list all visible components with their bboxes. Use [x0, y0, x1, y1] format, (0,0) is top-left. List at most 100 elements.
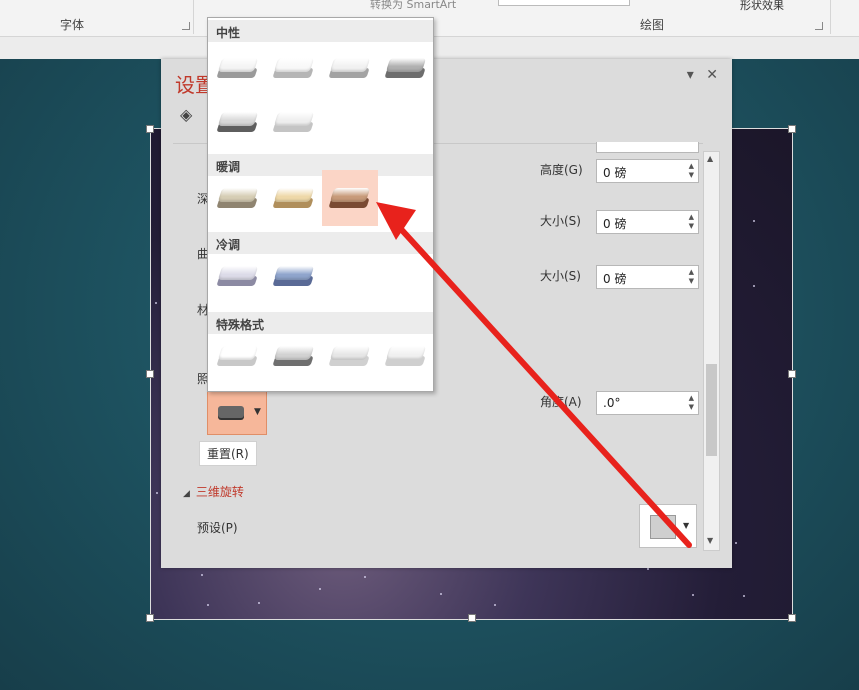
swatch-face: [217, 112, 259, 126]
stepper-up-icon[interactable]: ▲: [689, 269, 694, 276]
gallery-section-label: 冷调: [216, 238, 241, 252]
height-value: 0 磅: [603, 166, 627, 180]
scroll-up-icon[interactable]: ▲: [707, 154, 713, 163]
star-speck: [692, 594, 694, 596]
depth-size-field[interactable]: [596, 142, 699, 153]
swatch-face: [217, 346, 259, 360]
material-swatch[interactable]: [270, 256, 318, 296]
shape-effects-button[interactable]: 形状效果: [740, 0, 784, 13]
material-swatch[interactable]: [326, 48, 374, 88]
font-dialog-launcher-icon[interactable]: [182, 22, 190, 30]
swatch-face: [329, 346, 371, 360]
star-speck: [364, 576, 366, 578]
swatch-face: [329, 58, 371, 72]
pane-controls: ▾ ✕: [679, 67, 718, 83]
font-group-label: 字体: [60, 18, 85, 32]
gallery-section-header: 冷调: [208, 232, 433, 254]
star-speck: [743, 595, 745, 597]
star-speck: [753, 285, 755, 287]
stepper-up-icon[interactable]: ▲: [689, 395, 694, 402]
stepper-down-icon[interactable]: ▼: [689, 223, 694, 230]
resize-handle[interactable]: [146, 614, 154, 622]
swatch-face: [217, 188, 259, 202]
star-speck: [440, 593, 442, 595]
angle-value: .0°: [603, 396, 621, 410]
resize-handle[interactable]: [146, 370, 154, 378]
gallery-section-label: 暖调: [216, 160, 241, 174]
chevron-down-icon: ▼: [254, 407, 261, 417]
swatch-face: [273, 112, 315, 126]
star-speck: [319, 588, 321, 590]
contour-size-value: 0 磅: [603, 272, 627, 286]
section-3d-rotation[interactable]: ◢ 三维旋转: [183, 483, 244, 500]
drawing-dialog-launcher-icon[interactable]: [815, 22, 823, 30]
scrollbar-thumb[interactable]: [706, 364, 717, 456]
gallery-section-header: 暖调: [208, 154, 433, 176]
ribbon-divider: [193, 0, 194, 34]
material-swatch[interactable]: [270, 178, 318, 218]
preset-preview-icon: [650, 515, 676, 539]
ribbon-shape-box[interactable]: [498, 0, 630, 6]
material-swatch[interactable]: [382, 336, 430, 376]
swatch-face: [385, 346, 427, 360]
ribbon-divider: [830, 0, 831, 34]
material-swatch[interactable]: [214, 178, 262, 218]
gallery-section-label: 中性: [216, 26, 241, 40]
swatch-face: [273, 188, 315, 202]
material-swatch[interactable]: [270, 102, 318, 142]
resize-handle[interactable]: [788, 125, 796, 133]
swatch-face: [273, 266, 315, 280]
resize-handle[interactable]: [146, 125, 154, 133]
pane-options-icon[interactable]: ▾: [687, 67, 694, 83]
preset-dropdown[interactable]: ▼: [639, 504, 697, 548]
star-speck: [753, 220, 755, 222]
stepper-up-icon[interactable]: ▲: [689, 214, 694, 221]
drawing-group-label: 绘图: [640, 18, 665, 32]
depth-size-stepper[interactable]: 0 磅 ▲ ▼: [596, 210, 699, 234]
lighting-dropdown-button[interactable]: ▼: [207, 391, 267, 435]
star-speck: [155, 302, 157, 304]
pane-scrollbar[interactable]: ▲ ▼: [703, 151, 720, 551]
material-swatch[interactable]: [214, 102, 262, 142]
stepper-up-icon[interactable]: ▲: [689, 163, 694, 170]
material-swatch[interactable]: [270, 336, 318, 376]
chevron-down-icon: ▼: [683, 521, 690, 530]
gallery-section-header: 特殊格式: [208, 312, 433, 334]
scroll-down-icon[interactable]: ▼: [707, 536, 713, 545]
material-swatch[interactable]: [214, 256, 262, 296]
fill-line-icon[interactable]: ◈: [180, 105, 200, 125]
stepper-down-icon[interactable]: ▼: [689, 278, 694, 285]
material-swatch[interactable]: [214, 336, 262, 376]
swatch-face: [217, 58, 259, 72]
reset-button[interactable]: 重置(R): [199, 441, 257, 466]
gallery-section-header: 中性: [208, 20, 433, 42]
material-gallery: 中性暖调冷调特殊格式: [207, 17, 434, 392]
angle-stepper[interactable]: .0° ▲ ▼: [596, 391, 699, 415]
star-speck: [258, 602, 260, 604]
resize-handle[interactable]: [468, 614, 476, 622]
star-speck: [156, 492, 158, 494]
resize-handle[interactable]: [788, 614, 796, 622]
star-speck: [201, 574, 203, 576]
swatch-face: [385, 58, 427, 72]
material-swatch[interactable]: [322, 170, 378, 226]
lighting-preview-icon: [218, 406, 244, 418]
stepper-down-icon[interactable]: ▼: [689, 404, 694, 411]
star-speck: [207, 604, 209, 606]
size-label-depth: 大小(S): [540, 214, 581, 228]
star-speck: [735, 542, 737, 544]
material-swatch[interactable]: [270, 48, 318, 88]
close-icon[interactable]: ✕: [706, 67, 718, 83]
stepper-down-icon[interactable]: ▼: [689, 172, 694, 179]
gallery-section-label: 特殊格式: [216, 318, 265, 332]
height-stepper[interactable]: 0 磅 ▲ ▼: [596, 159, 699, 183]
convert-smartart-button[interactable]: 转换为 SmartArt: [370, 0, 456, 12]
material-swatch[interactable]: [382, 48, 430, 88]
angle-label: 角度(A): [540, 395, 582, 409]
contour-size-stepper[interactable]: 0 磅 ▲ ▼: [596, 265, 699, 289]
resize-handle[interactable]: [788, 370, 796, 378]
collapse-triangle-icon: ◢: [183, 489, 190, 499]
material-swatch[interactable]: [214, 48, 262, 88]
swatch-face: [217, 266, 259, 280]
material-swatch[interactable]: [326, 336, 374, 376]
